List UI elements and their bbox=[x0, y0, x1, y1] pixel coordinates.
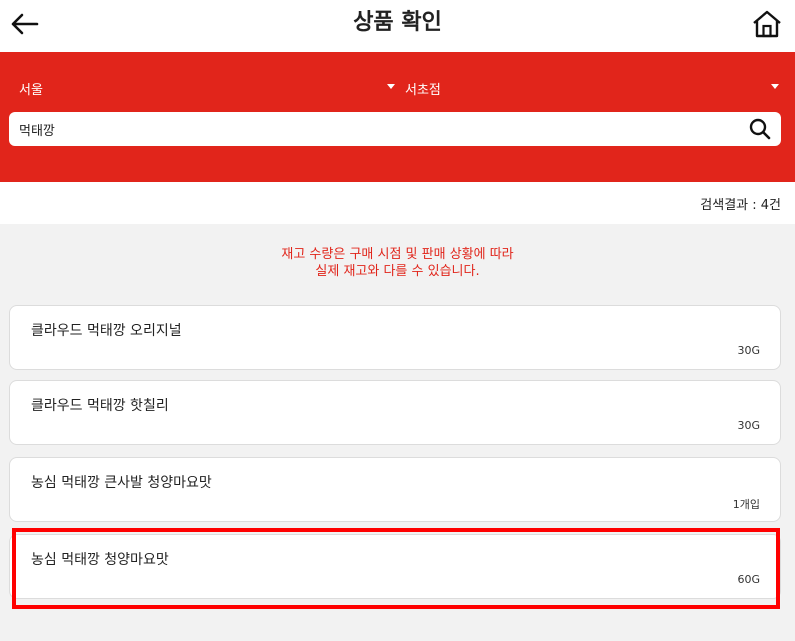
product-name: 클라우드 먹태깡 핫칠리 bbox=[31, 398, 169, 414]
search-icon bbox=[749, 118, 771, 140]
home-button[interactable] bbox=[751, 8, 783, 40]
back-arrow-icon bbox=[11, 13, 39, 35]
page-title: 상품 확인 bbox=[353, 10, 442, 35]
search-button[interactable] bbox=[749, 118, 771, 140]
stock-notice-line1: 재고 수량은 구매 시점 및 판매 상황에 따라 bbox=[281, 247, 514, 262]
search-input[interactable] bbox=[19, 112, 739, 146]
search-box bbox=[9, 112, 781, 146]
product-item[interactable]: 농심 먹태깡 큰사발 청양마요맛 1개입 bbox=[9, 457, 781, 522]
product-spec: 30G bbox=[737, 344, 760, 357]
results-bar: 검색결과 : 4건 bbox=[0, 182, 795, 224]
product-name: 클라우드 먹태깡 오리지널 bbox=[31, 323, 182, 339]
stock-notice-line2: 실제 재고와 다를 수 있습니다. bbox=[315, 264, 480, 279]
region-select[interactable]: 서울 bbox=[19, 76, 395, 98]
stock-notice: 재고 수량은 구매 시점 및 판매 상황에 따라 실제 재고와 다를 수 있습니… bbox=[0, 246, 795, 280]
region-select-value: 서울 bbox=[19, 83, 43, 98]
store-select-value: 서초점 bbox=[405, 83, 441, 98]
home-icon bbox=[753, 10, 781, 38]
highlight-box bbox=[12, 528, 780, 609]
product-item[interactable]: 클라우드 먹태깡 오리지널 30G bbox=[9, 305, 781, 370]
product-name: 농심 먹태깡 큰사발 청양마요맛 bbox=[31, 475, 212, 491]
product-item[interactable]: 클라우드 먹태깡 핫칠리 30G bbox=[9, 380, 781, 445]
back-button[interactable] bbox=[8, 8, 40, 40]
app-header: 상품 확인 bbox=[0, 0, 795, 52]
filter-panel: 서울 서초점 bbox=[0, 52, 795, 182]
chevron-down-icon bbox=[771, 84, 779, 89]
store-select[interactable]: 서초점 bbox=[405, 76, 779, 98]
product-spec: 1개입 bbox=[732, 498, 760, 511]
chevron-down-icon bbox=[387, 84, 395, 89]
product-spec: 30G bbox=[737, 419, 760, 432]
results-count: 검색결과 : 4건 bbox=[700, 198, 781, 213]
